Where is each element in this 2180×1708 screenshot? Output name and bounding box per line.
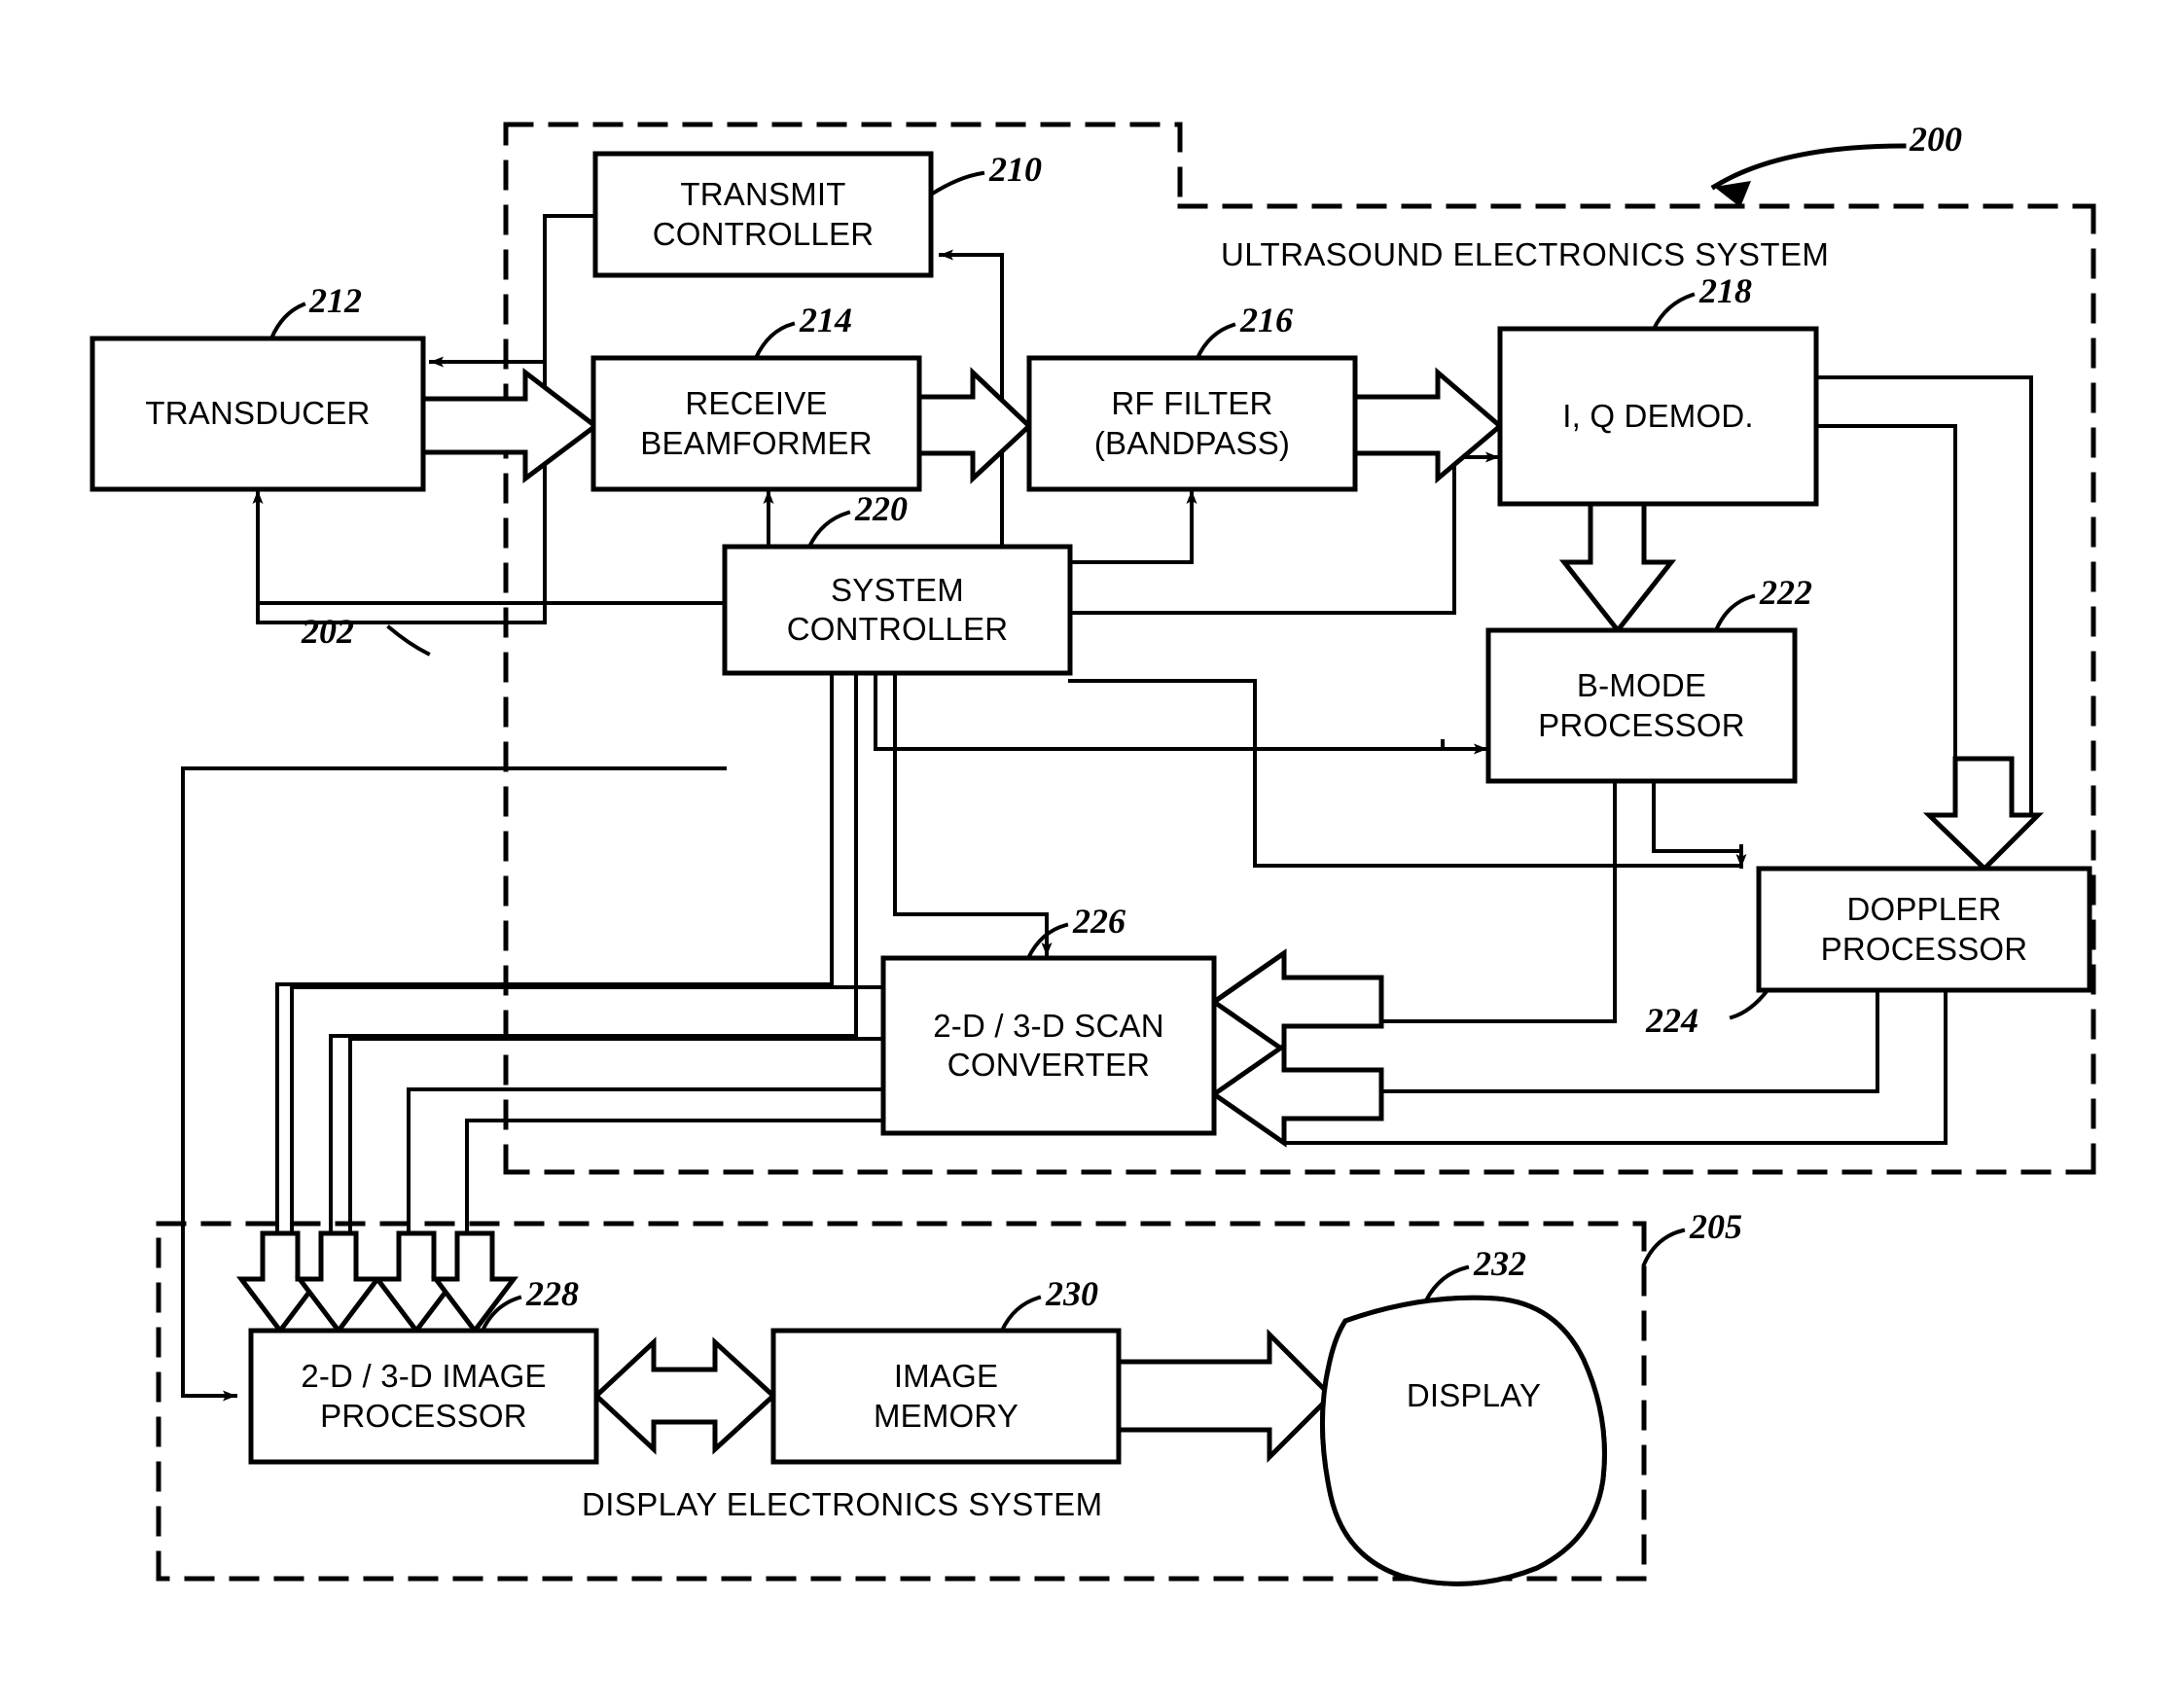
leader-220	[806, 510, 851, 550]
ref-number-200: 200	[1910, 120, 1962, 159]
leader-214	[753, 321, 796, 361]
ref-number-230: 230	[1046, 1274, 1098, 1313]
block-arrow-into-sc-3	[1209, 1041, 1384, 1148]
leader-202	[386, 624, 431, 657]
line-syscontrol-to-bmode	[874, 671, 1445, 751]
leader-205	[1641, 1228, 1686, 1267]
line-bus-rail-1	[275, 671, 834, 1235]
block-arrow-imageproc-memory	[592, 1336, 777, 1455]
leader-212	[268, 302, 306, 341]
leader-216	[1195, 322, 1236, 361]
line-sc-out-3	[407, 1087, 885, 1235]
line-syscontrol-to-scanconv	[893, 671, 1049, 941]
leader-200-arrow	[1710, 143, 1907, 207]
ref-number-218: 218	[1699, 271, 1752, 310]
ref-number-232: 232	[1474, 1244, 1526, 1283]
ref-number-214: 214	[800, 301, 852, 339]
ref-number-202: 202	[302, 612, 354, 651]
caption-ultrasound-electronics-system: ULTRASOUND ELECTRONICS SYSTEM	[1221, 236, 1830, 272]
ref-number-210: 210	[989, 150, 1042, 189]
ref-number-212: 212	[309, 281, 362, 320]
line-left-feed-to-doppler-riser	[1068, 679, 1257, 868]
block-arrow-transducer-to-rb	[420, 367, 600, 483]
block-arrow-memory-to-display	[1116, 1328, 1335, 1464]
ref-number-224: 224	[1646, 1001, 1698, 1040]
block-arrow-rb-to-rf	[916, 367, 1033, 484]
leader-218	[1651, 292, 1696, 332]
line-sc-out-2	[348, 1037, 885, 1235]
ref-number-228: 228	[526, 1274, 579, 1313]
ref-number-220: 220	[855, 489, 908, 528]
block-outlines-overlay	[89, 151, 2092, 1586]
ref-number-222: 222	[1760, 573, 1812, 612]
leader-224	[1729, 987, 1770, 1020]
block-arrow-down-4	[430, 1230, 519, 1335]
figure-canvas: TRANSMIT CONTROLLER TRANSDUCER RECEIVE B…	[0, 0, 2180, 1708]
leader-210	[928, 170, 985, 197]
block-arrow-down-2	[294, 1230, 383, 1335]
block-arrow-iq-to-bmode	[1558, 501, 1677, 635]
ref-number-205: 205	[1690, 1207, 1742, 1246]
line-iq-to-doppler-outer	[1814, 375, 2033, 824]
line-sc-out-1	[290, 985, 885, 1235]
block-arrow-into-sc-1	[1209, 948, 1384, 1055]
line-syscontrol-to-rf	[1068, 512, 1194, 564]
caption-display-electronics-system: DISPLAY ELECTRONICS SYSTEM	[582, 1486, 1103, 1522]
line-sc-out-4	[465, 1119, 885, 1235]
line-iq-to-doppler-inner	[1814, 424, 1957, 824]
ref-number-216: 216	[1240, 301, 1293, 339]
block-arrow-rf-to-iq	[1352, 367, 1504, 484]
block-arrow-iq-to-doppler	[1922, 756, 2045, 872]
leader-232	[1423, 1264, 1470, 1303]
diagram-vector-layer	[89, 122, 2096, 1586]
line-bmode-to-doppler	[1652, 779, 1743, 863]
ref-number-226: 226	[1073, 902, 1126, 941]
leader-222	[1713, 593, 1756, 633]
leader-230	[999, 1295, 1042, 1334]
